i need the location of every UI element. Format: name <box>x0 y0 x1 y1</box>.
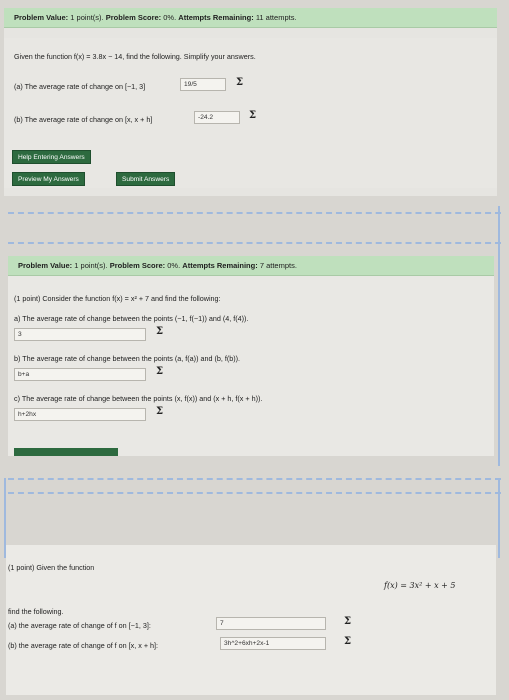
problem-3-intro: (1 point) Given the function <box>8 563 95 572</box>
divider <box>8 492 501 494</box>
problem-2-part-b-label: b) The average rate of change between th… <box>14 354 240 363</box>
problem-2-header: Problem Value: 1 point(s). Problem Score… <box>8 256 494 276</box>
problem-1-panel: Problem Value: 1 point(s). Problem Score… <box>4 8 497 196</box>
problem-1-statement: Given the function f(x) = 3.8x − 14, fin… <box>14 52 256 61</box>
sigma-icon[interactable]: Σ <box>249 110 256 121</box>
score-text: 0%. <box>163 13 177 22</box>
problem-2-part-b-input[interactable]: b+a <box>14 368 146 381</box>
problem-3-part-b-label: (b) the average rate of change of f on [… <box>8 641 159 650</box>
attempts-text: 7 attempts. <box>259 261 297 270</box>
problem-2-part-a-input[interactable]: 3 <box>14 328 146 341</box>
problem-2-part-c-input[interactable]: h+2hx <box>14 408 146 421</box>
problem-2-statement: (1 point) Consider the function f(x) = x… <box>14 294 221 303</box>
sigma-icon[interactable]: Σ <box>156 326 163 337</box>
attempts-label: Attempts Remaining: <box>182 261 258 270</box>
problem-2-part-a-label: a) The average rate of change between th… <box>14 314 249 323</box>
value-label: Problem Value: <box>14 13 69 22</box>
problem-1-body: Given the function f(x) = 3.8x − 14, fin… <box>4 38 497 188</box>
submit-answers-button[interactable]: Submit Answers <box>116 172 176 186</box>
attempts-label: Attempts Remaining: <box>178 13 254 22</box>
sigma-icon[interactable]: Σ <box>236 77 243 88</box>
divider <box>8 478 501 480</box>
problem-1-header: Problem Value: 1 point(s). Problem Score… <box>4 8 497 28</box>
problem-3-part-a-label: (a) the average rate of change of f on [… <box>8 621 151 630</box>
problem-3-part-b-input[interactable]: 3h^2+6xh+2x-1 <box>220 637 326 650</box>
value-text: 1 point(s). <box>70 13 104 22</box>
page: Problem Value: 1 point(s). Problem Score… <box>0 0 509 700</box>
sigma-icon[interactable]: Σ <box>344 636 351 647</box>
value-text: 1 point(s). <box>74 261 108 270</box>
divider <box>8 212 501 214</box>
problem-3-part-a-input[interactable]: 7 <box>216 617 326 630</box>
problem-2-panel: Problem Value: 1 point(s). Problem Score… <box>8 256 494 456</box>
attempts-text: 11 attempts. <box>255 13 297 22</box>
problem-1-part-a-input[interactable]: 19/5 <box>180 78 226 91</box>
score-text: 0%. <box>167 261 181 270</box>
problem-3-find: find the following. <box>8 607 64 616</box>
problem-2-part-c-label: c) The average rate of change between th… <box>14 394 263 403</box>
problem-1-part-a-label: (a) The average rate of change on [−1, 3… <box>14 82 146 91</box>
problem-1-part-b-label: (b) The average rate of change on [x, x … <box>14 115 153 124</box>
sigma-icon[interactable]: Σ <box>156 406 163 417</box>
sigma-icon[interactable]: Σ <box>344 616 351 627</box>
score-label: Problem Score: <box>105 13 162 22</box>
score-label: Problem Score: <box>109 261 166 270</box>
cropped-help-button[interactable] <box>14 448 118 456</box>
problem-1-part-b-input[interactable]: -24.2 <box>194 111 240 124</box>
divider <box>498 478 500 558</box>
help-entering-answers-button[interactable]: Help Entering Answers <box>12 150 91 164</box>
problem-3-function: f(x) = 3x² + x + 5 <box>384 581 456 590</box>
divider <box>8 242 501 244</box>
divider <box>498 206 500 466</box>
problem-3-panel: (1 point) Given the function f(x) = 3x² … <box>6 545 496 695</box>
sigma-icon[interactable]: Σ <box>156 366 163 377</box>
value-label: Problem Value: <box>18 261 73 270</box>
preview-answers-button[interactable]: Preview My Answers <box>12 172 85 186</box>
